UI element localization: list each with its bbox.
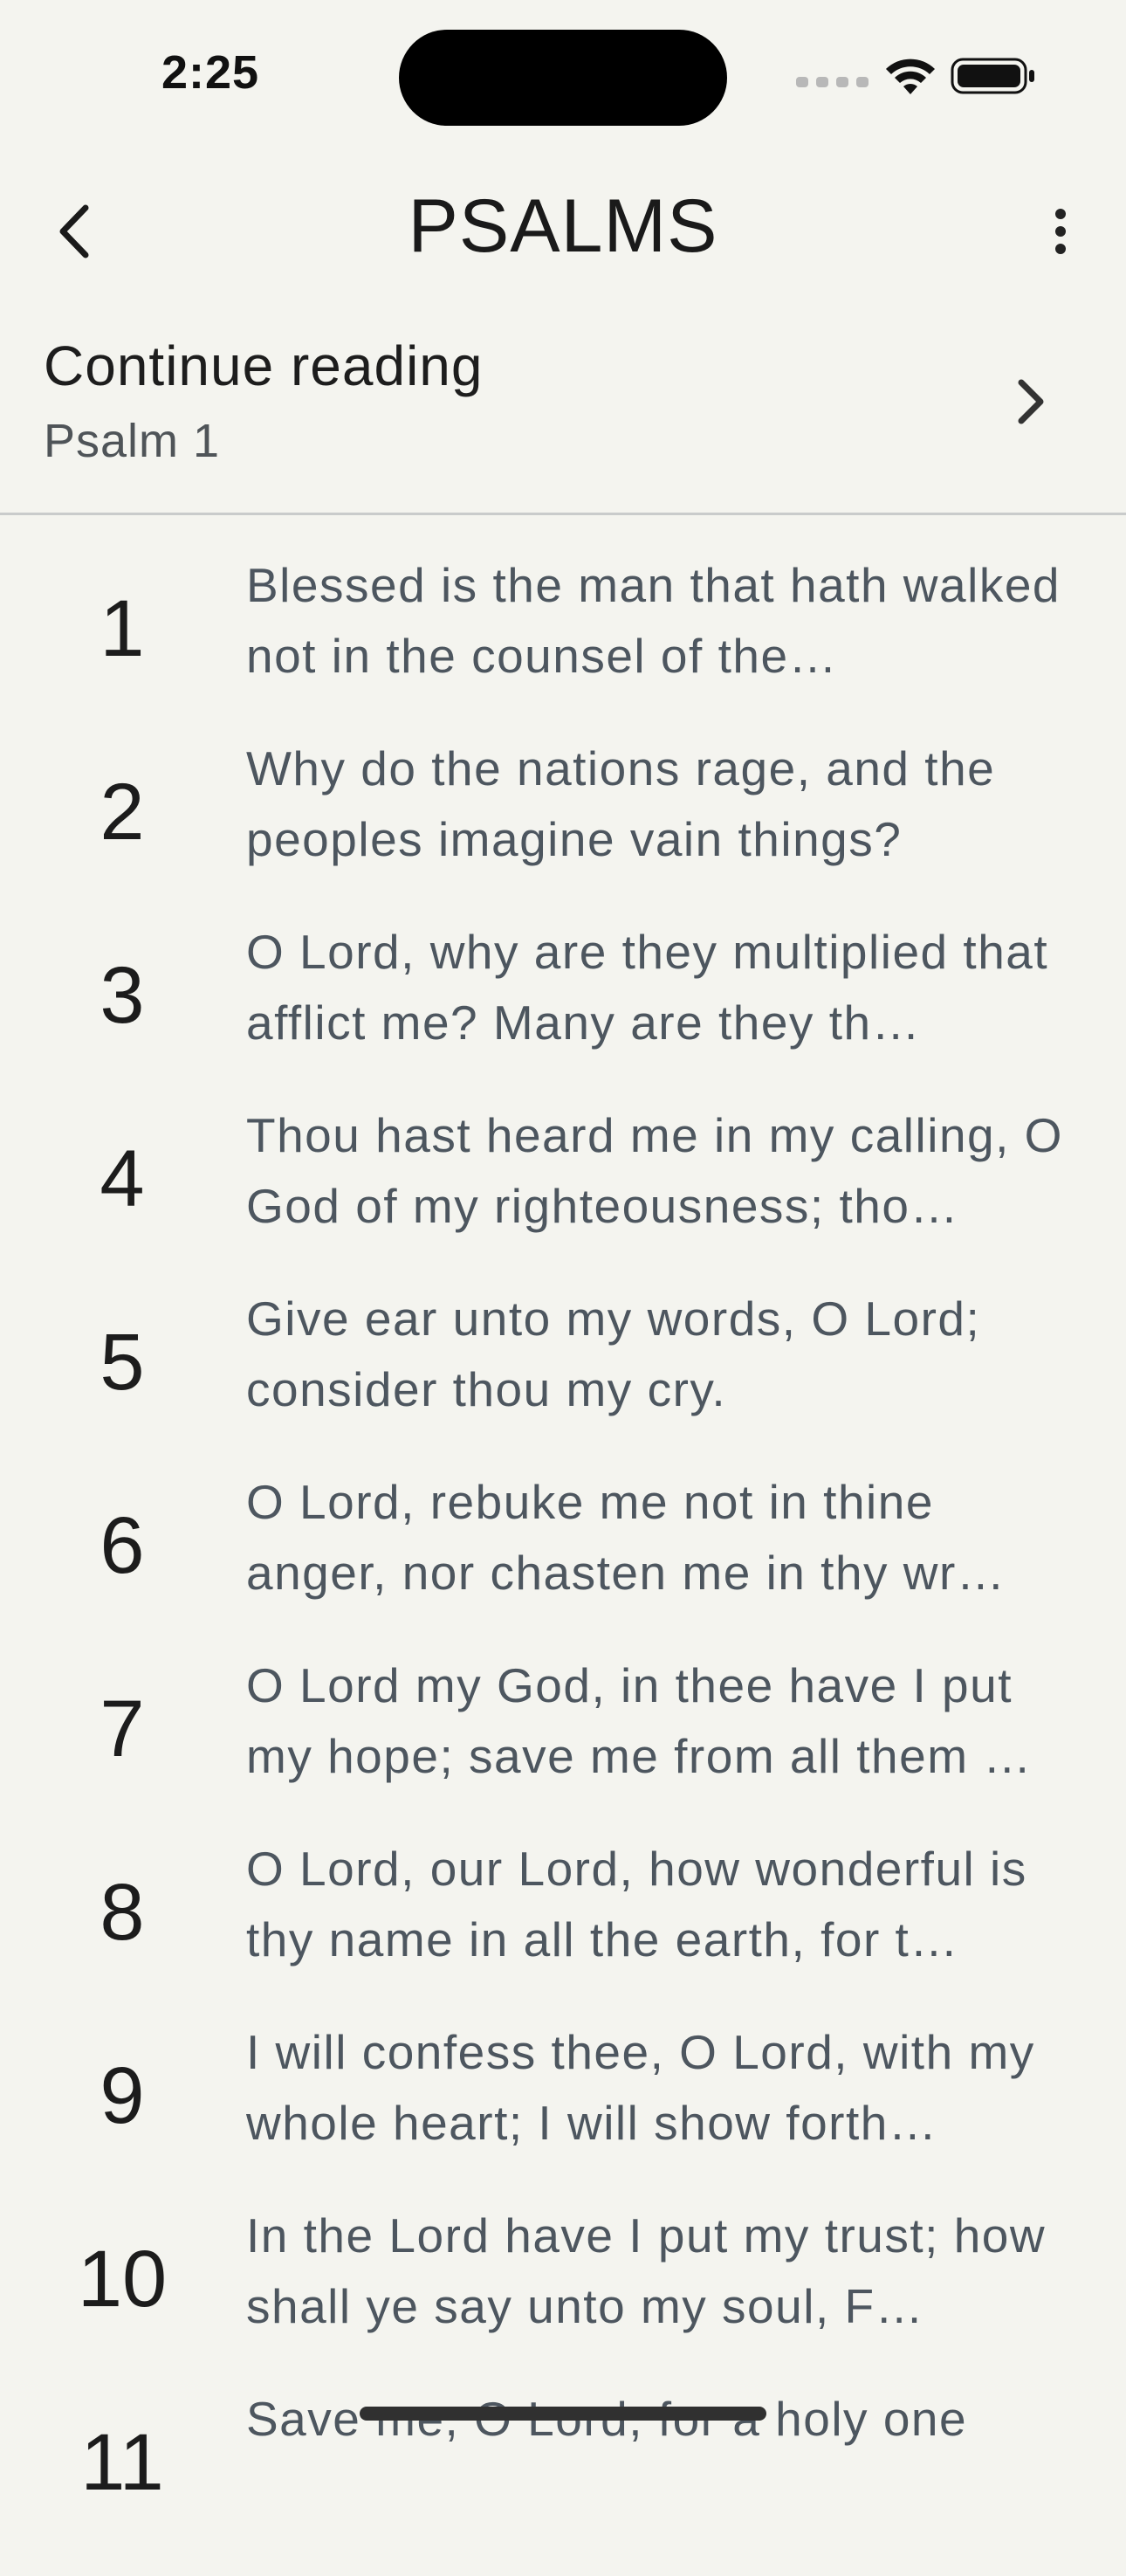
- chapter-number: 1: [100, 584, 145, 673]
- continue-reading-row[interactable]: Continue reading Psalm 1: [0, 306, 1126, 515]
- chapter-item-4[interactable]: 4 Thou hast heard me in my calling, O Go…: [0, 1108, 1126, 1292]
- chapter-item-3[interactable]: 3 O Lord, why are they multiplied that a…: [0, 925, 1126, 1109]
- chapter-preview: In the Lord have I put my trust; how sha…: [246, 2208, 1047, 2333]
- status-time: 2:25: [161, 46, 260, 99]
- status-bar: 2:25: [0, 0, 1126, 148]
- chapter-preview: Why do the nations rage, and the peoples…: [246, 741, 996, 866]
- chapter-number: 3: [100, 951, 145, 1040]
- more-vertical-icon: [1055, 209, 1066, 254]
- continue-reading-title: Continue reading: [44, 334, 484, 397]
- chapter-item-9[interactable]: 9 I will confess thee, O Lord, with my w…: [0, 2025, 1126, 2209]
- page-title: PSALMS: [408, 184, 718, 268]
- battery-icon: [951, 58, 1034, 94]
- dynamic-island: [399, 30, 727, 126]
- chapter-item-2[interactable]: 2 Why do the nations rage, and the peopl…: [0, 741, 1126, 926]
- chapter-number: 11: [80, 2418, 164, 2507]
- navigation-bar: PSALMS: [0, 148, 1126, 306]
- status-icons: [796, 54, 1038, 98]
- chapter-number: 2: [100, 768, 145, 857]
- chapter-item-6[interactable]: 6 O Lord, rebuke me not in thine anger, …: [0, 1475, 1126, 1659]
- chapter-preview: Thou hast heard me in my calling, O God …: [246, 1108, 1063, 1233]
- chapter-number: 6: [100, 1501, 145, 1590]
- chapter-preview: O Lord, our Lord, how wonderful is thy n…: [246, 1842, 1027, 1966]
- chapter-item-10[interactable]: 10 In the Lord have I put my trust; how …: [0, 2208, 1126, 2393]
- more-options-button[interactable]: [1021, 192, 1100, 271]
- chapter-preview: O Lord, rebuke me not in thine anger, no…: [246, 1475, 1006, 1600]
- chapter-number: 7: [100, 1684, 145, 1774]
- chapter-item-7[interactable]: 7 O Lord my God, in thee have I put my h…: [0, 1658, 1126, 1842]
- chevron-right-icon: [995, 367, 1065, 437]
- continue-reading-subtitle: Psalm 1: [44, 415, 221, 467]
- chapter-preview: O Lord, why are they multiplied that aff…: [246, 925, 1049, 1050]
- chapter-number: 9: [100, 2051, 145, 2140]
- chapter-preview: I will confess thee, O Lord, with my who…: [246, 2025, 1035, 2150]
- chapter-number: 4: [100, 1134, 145, 1223]
- chapter-number: 10: [77, 2235, 168, 2324]
- chapter-preview: O Lord my God, in thee have I put my hop…: [246, 1658, 1033, 1783]
- chapter-preview: Blessed is the man that hath walked not …: [246, 558, 1061, 683]
- home-indicator[interactable]: [360, 2407, 766, 2421]
- chapter-item-5[interactable]: 5 Give ear unto my words, O Lord; consid…: [0, 1291, 1126, 1476]
- chapter-list: 1 Blessed is the man that hath walked no…: [0, 558, 1126, 2576]
- wifi-icon: [886, 59, 935, 94]
- chapter-number: 8: [100, 1868, 145, 1957]
- cellular-signal-icon: [796, 77, 869, 87]
- chapter-item-8[interactable]: 8 O Lord, our Lord, how wonderful is thy…: [0, 1842, 1126, 2026]
- chapter-number: 5: [100, 1318, 145, 1407]
- chapter-item-1[interactable]: 1 Blessed is the man that hath walked no…: [0, 558, 1126, 742]
- chapter-preview: Give ear unto my words, O Lord; consider…: [246, 1291, 981, 1416]
